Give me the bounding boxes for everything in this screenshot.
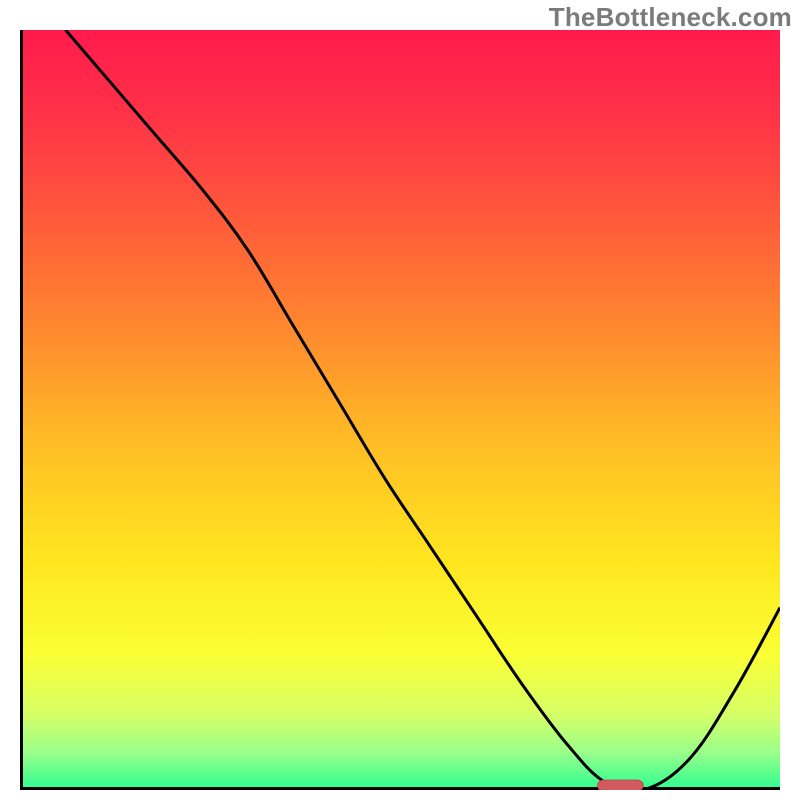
watermark-text: TheBottleneck.com	[549, 2, 792, 33]
chart-stage: TheBottleneck.com	[0, 0, 800, 800]
gradient-background	[20, 30, 780, 790]
plot-area	[20, 30, 780, 790]
optimal-marker	[598, 780, 644, 790]
chart-svg	[20, 30, 780, 790]
